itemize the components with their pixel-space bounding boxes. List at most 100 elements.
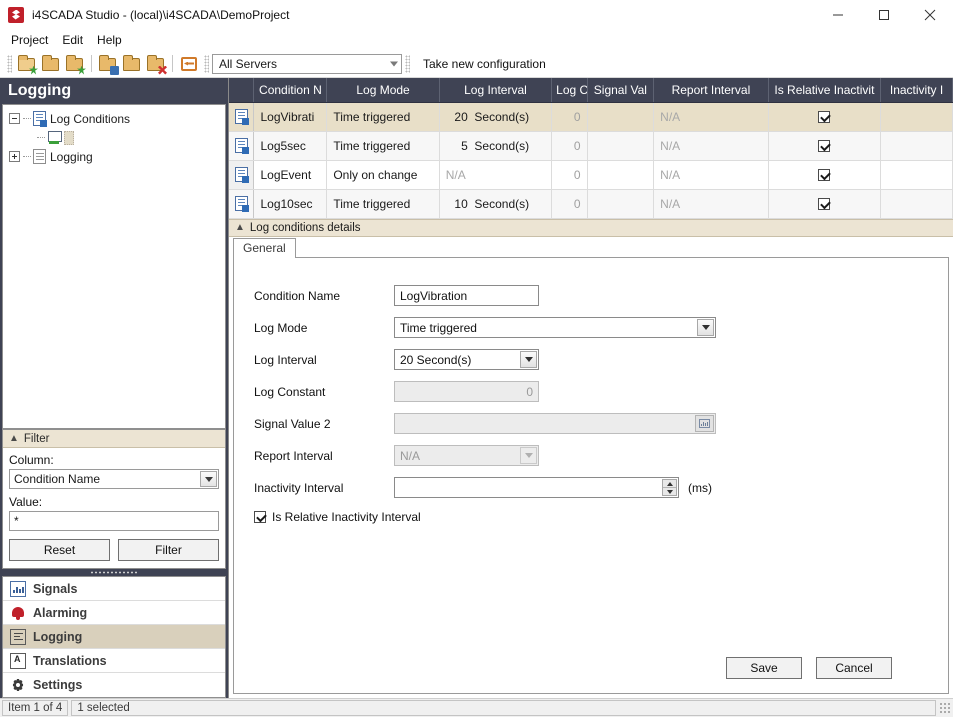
body: Logging Log Conditions Loggi — [0, 78, 953, 698]
chevron-down-icon[interactable] — [697, 319, 714, 336]
save-project-icon[interactable] — [64, 53, 86, 75]
close-icon[interactable] — [907, 0, 953, 29]
toolbar-grip-3[interactable] — [405, 55, 410, 73]
new-project-icon[interactable] — [16, 53, 38, 75]
sidebar-splitter[interactable] — [0, 569, 228, 576]
tab-general[interactable]: General — [233, 238, 296, 258]
spinner-arrows-icon[interactable] — [662, 479, 677, 496]
column-header-report-interval[interactable]: Report Interval — [654, 78, 769, 102]
column-header-is-relative-inactivity[interactable]: Is Relative Inactivit — [768, 78, 880, 102]
column-header-log-mode[interactable]: Log Mode — [327, 78, 439, 102]
field-row-report-interval: Report Interval N/A — [234, 440, 948, 472]
details-tabstrip: General — [229, 237, 953, 257]
table-row[interactable]: Log10sec Time triggered 10 Second(s) 0 N… — [229, 189, 953, 218]
delete-configuration-icon[interactable] — [145, 53, 167, 75]
sidebar-item-alarming[interactable]: Alarming — [3, 601, 225, 625]
checkbox-icon[interactable] — [818, 169, 830, 181]
expand-toggle-icon[interactable] — [9, 151, 20, 162]
chevron-down-icon[interactable] — [200, 471, 217, 487]
tree-connector — [37, 137, 45, 138]
sidebar-item-settings[interactable]: Settings — [3, 673, 225, 697]
filter-value-input[interactable]: * — [9, 511, 219, 531]
menu-bar: Project Edit Help — [0, 29, 953, 50]
toolbar-grip-2[interactable] — [204, 55, 209, 73]
cell-log-mode: Time triggered — [327, 102, 439, 131]
cell-is-relative-inactivity[interactable] — [768, 102, 880, 131]
cell-signal-value — [587, 102, 654, 131]
column-header-log-interval[interactable]: Log Interval — [439, 78, 551, 102]
filter-panel-body: Column: Condition Name Value: * Reset Fi… — [3, 448, 225, 568]
sidebar-item-translations[interactable]: Translations — [3, 649, 225, 673]
tree-item-server-node[interactable] — [7, 128, 225, 147]
checkbox-icon[interactable] — [818, 111, 830, 123]
details-panel-header[interactable]: ▲ Log conditions details — [229, 219, 953, 237]
log-conditions-grid: Condition N Log Mode Log Interval Log Co… — [228, 78, 953, 219]
sidebar-item-signals[interactable]: Signals — [3, 577, 225, 601]
cell-report-interval: N/A — [654, 131, 769, 160]
sidebar-nav: Signals Alarming Logging Translations Se… — [2, 576, 226, 698]
inactivity-interval-input[interactable] — [394, 477, 679, 498]
table-row[interactable]: LogEvent Only on change N/A 0 N/A — [229, 160, 953, 189]
sidebar: Logging Log Conditions Loggi — [0, 78, 228, 698]
sidebar-item-label: Settings — [33, 678, 82, 692]
checkbox-icon[interactable] — [818, 140, 830, 152]
menu-item-project[interactable]: Project — [4, 31, 55, 49]
row-selector[interactable] — [229, 102, 254, 131]
sidebar-header: Logging — [0, 78, 228, 104]
menu-item-edit[interactable]: Edit — [55, 31, 90, 49]
chevron-down-icon[interactable] — [520, 351, 537, 368]
minimize-icon[interactable] — [815, 0, 861, 29]
exit-icon[interactable] — [178, 53, 200, 75]
tree-item-label: Log Conditions — [50, 112, 130, 126]
save-button[interactable]: Save — [726, 657, 802, 679]
checkbox-icon[interactable] — [254, 511, 266, 523]
reset-button[interactable]: Reset — [9, 539, 110, 561]
log-conditions-icon — [33, 111, 46, 126]
is-relative-inactivity-checkbox-row[interactable]: Is Relative Inactivity Interval — [234, 504, 948, 530]
tree-item-logging[interactable]: Logging — [7, 147, 225, 166]
menu-item-help[interactable]: Help — [90, 31, 129, 49]
tree-item-log-conditions[interactable]: Log Conditions — [7, 109, 225, 128]
maximize-icon[interactable] — [861, 0, 907, 29]
sidebar-item-logging[interactable]: Logging — [3, 625, 225, 649]
condition-name-input[interactable]: LogVibration — [394, 285, 539, 306]
table-row[interactable]: Log5sec Time triggered 5 Second(s) 0 N/A — [229, 131, 953, 160]
cell-log-constant: 0 — [552, 102, 587, 131]
logging-doc-icon — [33, 149, 46, 164]
toolbar-grip[interactable] — [7, 55, 12, 73]
resize-gripper-icon[interactable] — [939, 702, 951, 714]
server-select[interactable]: All Servers — [212, 54, 402, 74]
row-selector[interactable] — [229, 160, 254, 189]
cell-inactivity-interval — [881, 131, 953, 160]
cancel-button[interactable]: Cancel — [816, 657, 892, 679]
filter-panel-title: Filter — [24, 433, 50, 445]
details-actions: Save Cancel — [726, 657, 892, 679]
take-new-configuration-label[interactable]: Take new configuration — [423, 57, 546, 71]
cell-is-relative-inactivity[interactable] — [768, 160, 880, 189]
checkbox-icon[interactable] — [818, 198, 830, 210]
general-tab-panel: Condition Name LogVibration Log Mode Tim… — [233, 257, 949, 695]
log-interval-select[interactable]: 20 Second(s) — [394, 349, 539, 370]
copy-configuration-icon[interactable] — [97, 53, 119, 75]
import-configuration-icon[interactable] — [121, 53, 143, 75]
open-project-icon[interactable] — [40, 53, 62, 75]
filter-panel-header[interactable]: ▲ Filter — [3, 430, 225, 448]
filter-column-select[interactable]: Condition Name — [9, 469, 219, 489]
column-header-log-const[interactable]: Log Const — [552, 78, 587, 102]
i4scada-logo-icon — [8, 7, 24, 23]
signal-picker-icon[interactable] — [695, 415, 714, 432]
cell-is-relative-inactivity[interactable] — [768, 189, 880, 218]
log-constant-input: 0 — [394, 381, 539, 402]
row-selector[interactable] — [229, 189, 254, 218]
cell-is-relative-inactivity[interactable] — [768, 131, 880, 160]
filter-button[interactable]: Filter — [118, 539, 219, 561]
filter-column-label: Column: — [9, 453, 219, 467]
collapse-toggle-icon[interactable] — [9, 113, 20, 124]
column-header-inactivity-interval[interactable]: Inactivity I — [881, 78, 953, 102]
row-selector[interactable] — [229, 131, 254, 160]
log-mode-select[interactable]: Time triggered — [394, 317, 716, 338]
column-header-condition-name[interactable]: Condition N — [254, 78, 327, 102]
table-row[interactable]: LogVibrati Time triggered 20 Second(s) 0… — [229, 102, 953, 131]
cell-signal-value — [587, 160, 654, 189]
column-header-signal-val[interactable]: Signal Val — [587, 78, 654, 102]
